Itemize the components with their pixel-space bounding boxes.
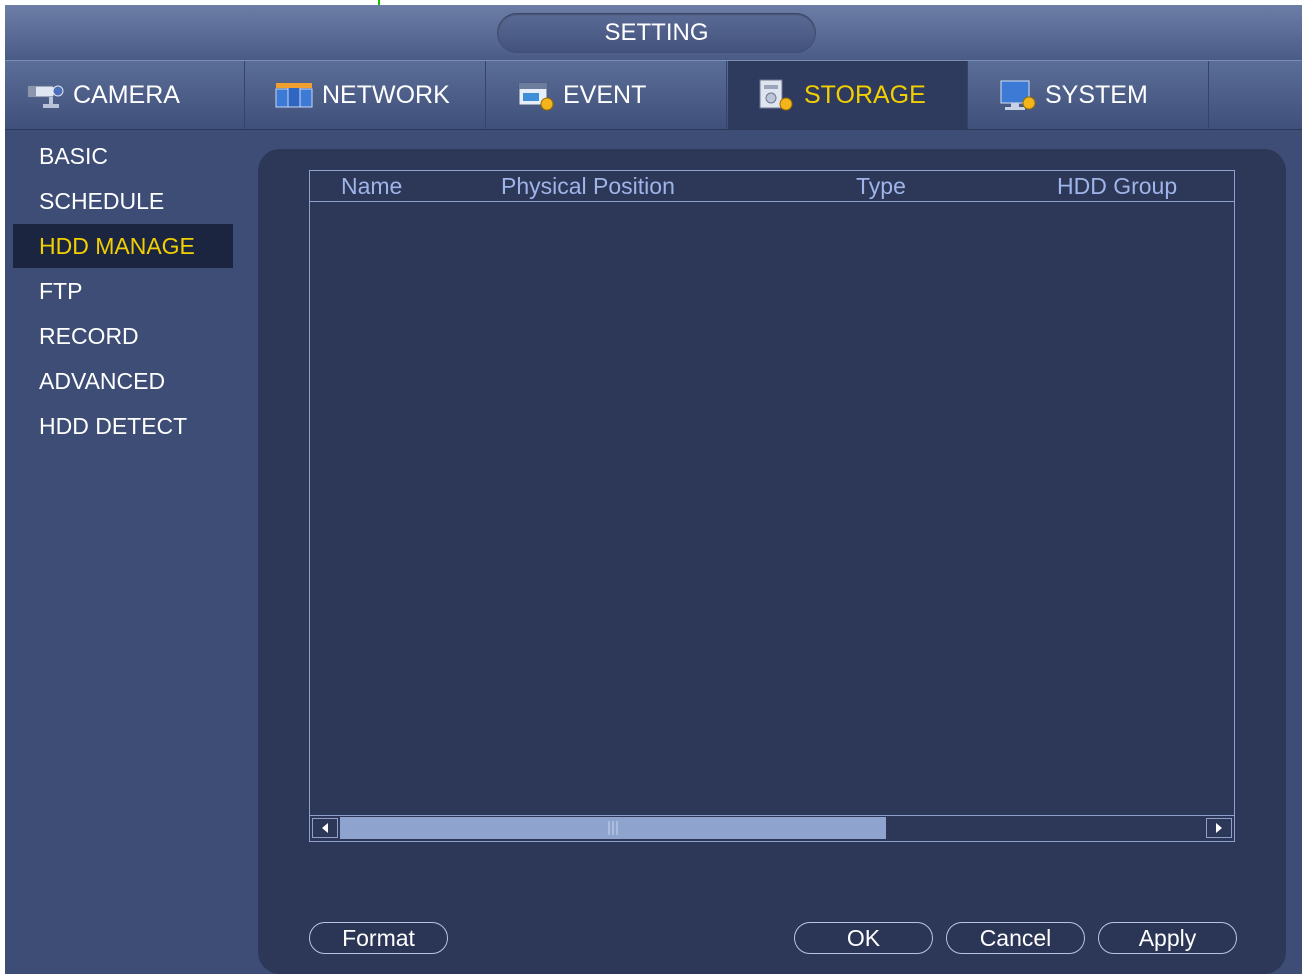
sidebar-item-hdd-manage[interactable]: HDD MANAGE [13,224,233,268]
scroll-thumb[interactable] [340,817,886,839]
format-button[interactable]: Format [309,922,448,954]
tab-storage-label: STORAGE [804,80,926,109]
window-title: SETTING [497,13,816,53]
column-header-hdd-group: HDD Group [1057,173,1178,199]
horizontal-scrollbar[interactable] [310,815,1234,841]
tab-camera-label: CAMERA [73,80,180,109]
tab-camera[interactable]: CAMERA [5,61,245,129]
content-panel: Name Physical Position Type HDD Group Fo… [258,149,1286,974]
tab-system-label: SYSTEM [1045,80,1148,109]
sidebar-item-record[interactable]: RECORD [13,314,233,358]
grip-icon [608,821,618,835]
hdd-table: Name Physical Position Type HDD Group [309,170,1235,842]
camera-icon [27,85,64,108]
tab-event-label: EVENT [563,80,647,109]
sidebar-item-schedule[interactable]: SCHEDULE [13,179,233,223]
column-header-physical-position: Physical Position [501,173,675,199]
column-header-type: Type [856,173,906,199]
setting-window: SETTING CAMERA NETWORK EVENT STORAGE SYS… [5,5,1302,974]
system-icon [1000,80,1036,110]
network-icon [275,83,313,108]
storage-icon [759,79,793,111]
tab-network-label: NETWORK [322,80,450,109]
sidebar-item-ftp[interactable]: FTP [13,269,233,313]
tab-event[interactable]: EVENT [487,61,727,129]
tab-storage[interactable]: STORAGE [728,61,968,129]
scroll-left-button[interactable] [312,818,338,838]
ok-button[interactable]: OK [794,922,933,954]
tab-system[interactable]: SYSTEM [969,61,1209,129]
event-icon [518,82,554,111]
sidebar-item-advanced[interactable]: ADVANCED [13,359,233,403]
column-header-name: Name [341,173,403,199]
sidebar-item-basic[interactable]: BASIC [13,134,233,178]
arrow-right-icon [1216,823,1222,833]
scroll-right-button[interactable] [1206,818,1232,838]
main-tab-bar: CAMERA NETWORK EVENT STORAGE SYSTEM [5,60,1302,130]
title-bar: SETTING [5,5,1302,60]
sidebar-item-hdd-detect[interactable]: HDD DETECT [13,404,233,448]
apply-button[interactable]: Apply [1098,922,1237,954]
arrow-left-icon [322,823,328,833]
cancel-button[interactable]: Cancel [946,922,1085,954]
table-header: Name Physical Position Type HDD Group [310,171,1234,202]
sidebar: BASIC SCHEDULE HDD MANAGE FTP RECORD ADV… [5,129,245,974]
tab-network[interactable]: NETWORK [246,61,486,129]
